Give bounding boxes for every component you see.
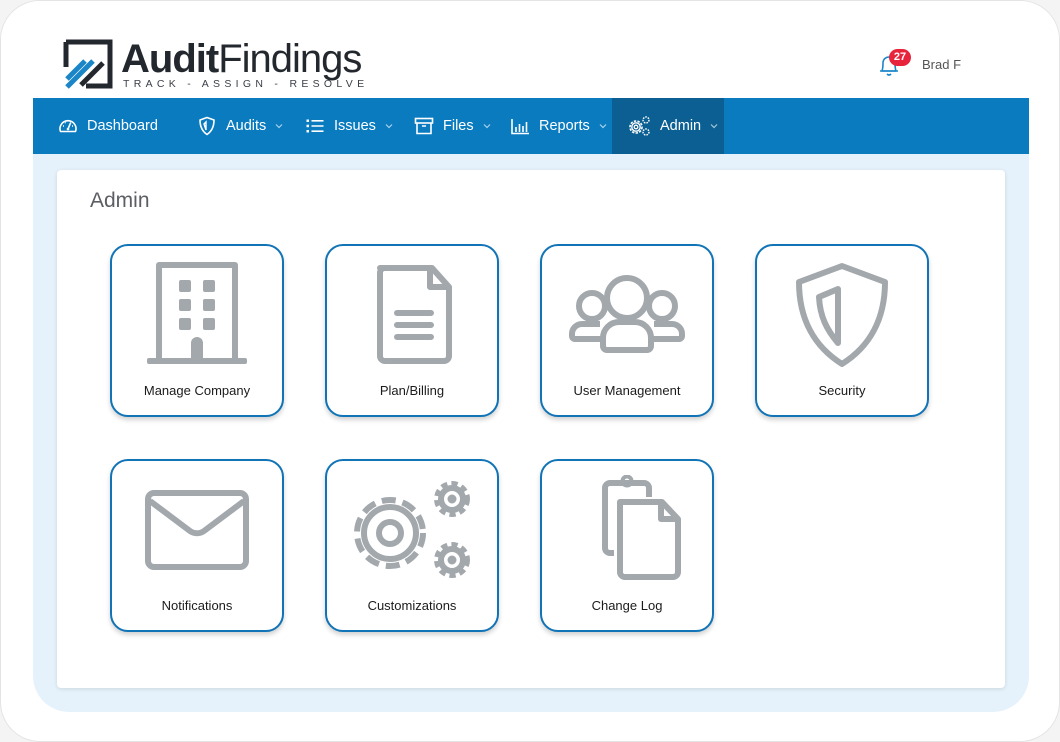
tile-label: Customizations xyxy=(367,598,457,613)
chevron-down-icon xyxy=(599,124,607,129)
nav-label: Admin xyxy=(660,118,702,134)
nav-label: Audits xyxy=(226,118,267,134)
shield-icon xyxy=(796,263,888,367)
tile-change-log[interactable]: Change Log xyxy=(540,459,714,632)
tile-label: Notifications xyxy=(161,598,233,613)
nav-item-audits[interactable]: Audits xyxy=(197,98,284,154)
nav-label: Files xyxy=(443,118,474,134)
header: AuditFindings TRACK - ASSIGN - RESOLVE 2… xyxy=(1,1,1059,98)
tile-user-management[interactable]: User Management xyxy=(540,244,714,417)
chevron-down-icon xyxy=(275,124,283,129)
users-icon xyxy=(569,275,685,353)
nav-label: Reports xyxy=(539,118,590,134)
page-title: Admin xyxy=(90,189,150,212)
chevron-down-icon xyxy=(483,124,491,129)
tile-label: User Management xyxy=(573,383,681,398)
nav-label: Dashboard xyxy=(87,118,158,134)
archive-box-icon xyxy=(414,117,434,135)
notification-count-badge[interactable]: 27 xyxy=(889,49,911,66)
building-icon xyxy=(147,262,247,364)
tile-label: Change Log xyxy=(591,598,663,613)
tile-security[interactable]: Security xyxy=(755,244,929,417)
user-menu[interactable]: Brad F xyxy=(922,57,961,72)
gears-icon xyxy=(354,481,470,578)
logo[interactable]: AuditFindings TRACK - ASSIGN - RESOLVE xyxy=(63,37,364,90)
envelope-icon xyxy=(145,490,249,570)
gears-icon xyxy=(629,116,650,136)
nav-item-admin[interactable]: Admin xyxy=(612,98,724,154)
nav-item-issues[interactable]: Issues xyxy=(305,98,394,154)
bar-chart-icon xyxy=(511,119,529,135)
tile-customizations[interactable]: Customizations xyxy=(325,459,499,632)
brand-name: AuditFindings xyxy=(121,37,362,81)
main-nav: Dashboard Audits Issues Files Reports Ad… xyxy=(33,98,1029,154)
document-icon xyxy=(377,265,452,364)
tile-notifications[interactable]: Notifications xyxy=(110,459,284,632)
nav-label: Issues xyxy=(334,118,376,134)
shield-icon xyxy=(199,116,215,136)
nav-item-reports[interactable]: Reports xyxy=(510,98,608,154)
logo-mark-icon xyxy=(63,39,113,89)
dashboard-gauge-icon xyxy=(59,119,77,133)
chevron-down-icon xyxy=(710,124,718,129)
tile-manage-company[interactable]: Manage Company xyxy=(110,244,284,417)
nav-item-dashboard[interactable]: Dashboard xyxy=(58,98,158,154)
app-frame: AuditFindings TRACK - ASSIGN - RESOLVE 2… xyxy=(0,0,1060,742)
tile-label: Security xyxy=(818,383,866,398)
logo-text: AuditFindings TRACK - ASSIGN - RESOLVE xyxy=(121,37,364,90)
tile-label: Plan/Billing xyxy=(379,383,445,398)
chevron-down-icon xyxy=(385,124,393,129)
nav-item-files[interactable]: Files xyxy=(414,98,492,154)
list-icon xyxy=(306,119,324,133)
tile-label: Manage Company xyxy=(143,383,251,398)
brand-tagline: TRACK - ASSIGN - RESOLVE xyxy=(123,78,369,90)
tile-plan-billing[interactable]: Plan/Billing xyxy=(325,244,499,417)
copy-documents-icon xyxy=(602,475,681,580)
